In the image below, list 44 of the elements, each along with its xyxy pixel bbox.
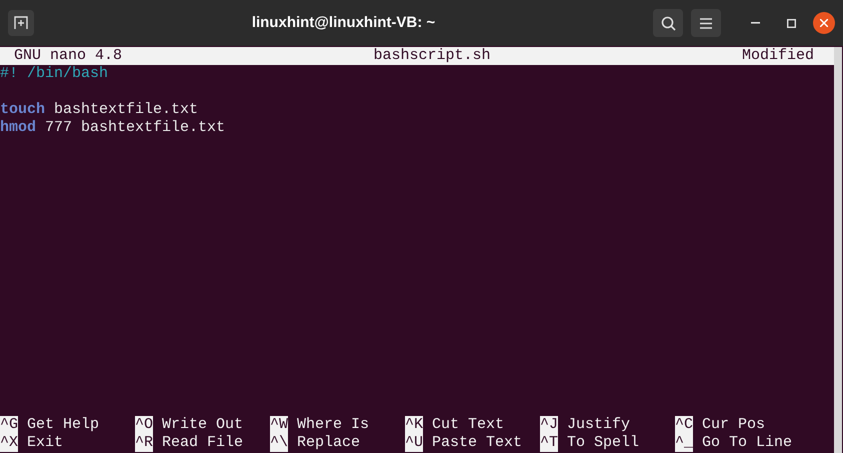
shortcut-label: Go To Line: [702, 434, 792, 452]
shortcut-label: Cut Text: [432, 416, 504, 434]
file-name: bashscript.sh: [373, 47, 491, 65]
shortcut-key: ^O: [135, 416, 154, 434]
shortcut-key: ^W: [270, 416, 288, 434]
shortcut-label: To Spell: [567, 434, 640, 452]
shortcut-key: ^\: [270, 434, 288, 452]
code-text: 777 bashtextfile.txt: [44, 119, 226, 136]
menu-icon: [700, 18, 712, 28]
shortcut-key: ^X: [0, 434, 18, 452]
maximize-icon: [786, 18, 796, 28]
new-tab-icon: [14, 16, 28, 30]
nano-version: GNU nano 4.8: [14, 47, 122, 65]
code-text: bashtextfile.txt: [53, 101, 198, 118]
shortcut-key: ^K: [405, 416, 424, 434]
search-icon: [660, 16, 676, 30]
shortcut-key: ^T: [540, 434, 558, 452]
shortcut-label: Paste Text: [432, 434, 522, 452]
shortcut-key: ^J: [540, 416, 558, 434]
scrollbar[interactable]: [834, 47, 842, 453]
menu-button[interactable]: [691, 9, 721, 37]
shortcut-key: ^G: [0, 416, 18, 434]
shortcut-key: ^R: [135, 434, 154, 452]
code-comment: #! /bin/bash: [0, 65, 108, 82]
shortcut-label: Read File: [162, 434, 244, 452]
shortcut-label: Replace: [297, 434, 360, 452]
shortcut-key: ^_: [675, 434, 694, 452]
shortcut-label: Cur Pos: [702, 416, 766, 434]
search-button[interactable]: [653, 9, 683, 37]
window-title: linuxhint@linuxhint-VB: ~: [252, 12, 436, 33]
shortcut-key: ^C: [675, 416, 694, 434]
shortcut-label: Justify: [567, 416, 630, 434]
new-tab-button[interactable]: [8, 10, 34, 36]
shortcut-key: ^U: [405, 434, 424, 452]
close-button[interactable]: [813, 12, 835, 34]
shortcut-label: Get Help: [27, 416, 100, 434]
minimize-icon: [750, 22, 760, 24]
code-keyword: touch: [0, 101, 46, 118]
modified-status: Modified: [742, 47, 814, 65]
shortcut-label: Exit: [27, 434, 64, 452]
code-keyword: hmod: [0, 119, 36, 136]
close-icon: [820, 19, 828, 27]
shortcut-label: Where Is: [297, 416, 370, 434]
shortcut-label: Write Out: [162, 416, 244, 434]
